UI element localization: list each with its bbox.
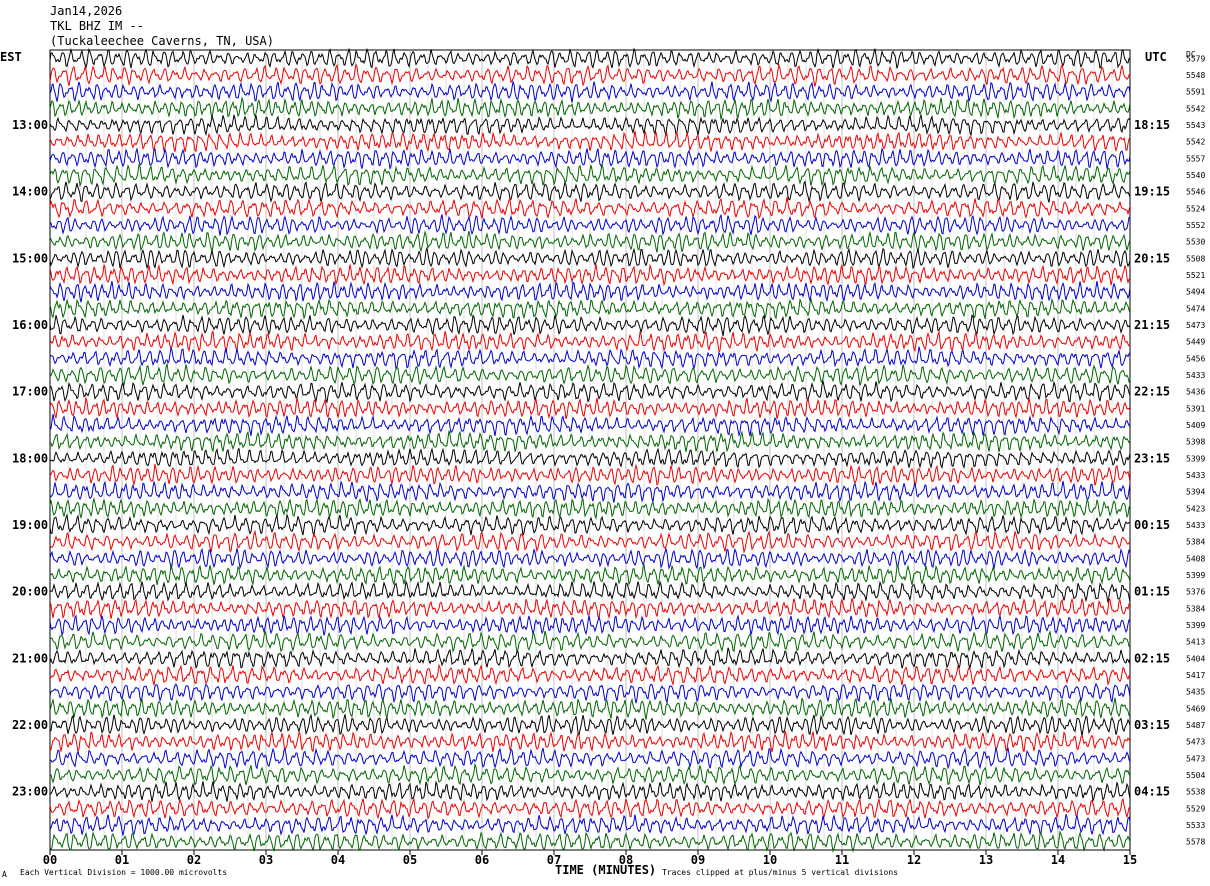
dc-offset-label: 5391 (1186, 404, 1205, 413)
dc-offset-label: 5557 (1186, 154, 1205, 163)
dc-offset-label: 5436 (1186, 388, 1205, 397)
dc-offset-label: 5504 (1186, 771, 1205, 780)
dc-offset-label: 5543 (1186, 121, 1205, 130)
dc-offset-label: 5548 (1186, 71, 1205, 80)
x-tick-label: 11 (835, 853, 849, 867)
dc-offset-label: 5417 (1186, 671, 1205, 680)
left-time-label: 20:00 (12, 585, 48, 599)
dc-offset-label: 5376 (1186, 588, 1205, 597)
dc-offset-label: 5538 (1186, 788, 1205, 797)
dc-offset-label: 5384 (1186, 604, 1205, 613)
x-tick-label: 13 (979, 853, 993, 867)
seismogram-plot: 5579 5548 5591 5542 5543 5542 5557 5540 5546 5524… (12, 47, 1205, 867)
dc-offset-label: 5433 (1186, 521, 1205, 530)
dc-offset-label: 5579 (1186, 54, 1205, 63)
dc-offset-label: 5394 (1186, 488, 1205, 497)
dc-offset-label: 5542 (1186, 138, 1205, 147)
dc-offset-label: 5384 (1186, 538, 1205, 547)
dc-offset-label: 5530 (1186, 238, 1205, 247)
x-tick-label: 05 (403, 853, 417, 867)
dc-offset-label: 5449 (1186, 338, 1205, 347)
dc-offset-label: 5473 (1186, 321, 1205, 330)
right-time-label: 18:15 (1134, 118, 1170, 132)
corner-mark: A (2, 870, 7, 879)
x-axis-title: TIME (MINUTES) (555, 863, 657, 877)
dc-offset-label: 5494 (1186, 288, 1205, 297)
x-tick-label: 02 (187, 853, 201, 867)
left-time-label: 22:00 (12, 718, 48, 732)
dc-offset-label: 5552 (1186, 221, 1205, 230)
right-time-label: 20:15 (1134, 251, 1170, 265)
left-time-label: 14:00 (12, 185, 48, 199)
dc-offset-label: 5399 (1186, 621, 1205, 630)
dc-offset-label: 5399 (1186, 454, 1205, 463)
dc-offset-label: 5529 (1186, 804, 1205, 813)
dc-offset-label: 5456 (1186, 354, 1205, 363)
left-time-label: 23:00 (12, 785, 48, 799)
dc-offset-label: 5469 (1186, 704, 1205, 713)
left-time-label: 19:00 (12, 518, 48, 532)
left-time-label: 16:00 (12, 318, 48, 332)
right-time-label: 21:15 (1134, 318, 1170, 332)
dc-offset-label: 5508 (1186, 254, 1205, 263)
dc-offset-label: 5540 (1186, 171, 1205, 180)
dc-offset-label: 5487 (1186, 721, 1205, 730)
dc-offset-label: 5413 (1186, 638, 1205, 647)
dc-offset-label: 5435 (1186, 688, 1205, 697)
right-time-label: 23:15 (1134, 451, 1170, 465)
dc-offset-label: 5404 (1186, 654, 1205, 663)
dc-offset-label: 5578 (1186, 838, 1205, 847)
right-time-label: 19:15 (1134, 185, 1170, 199)
x-tick-label: 12 (907, 853, 921, 867)
dc-offset-label: 5423 (1186, 504, 1205, 513)
x-tick-label: 04 (331, 853, 345, 867)
right-time-label: 00:15 (1134, 518, 1170, 532)
dc-offset-label: 5546 (1186, 188, 1205, 197)
x-tick-label: 06 (475, 853, 489, 867)
dc-offset-label: 5542 (1186, 104, 1205, 113)
dc-offset-label: 5408 (1186, 554, 1205, 563)
right-time-label: 22:15 (1134, 385, 1170, 399)
right-time-label: 01:15 (1134, 585, 1170, 599)
x-tick-label: 10 (763, 853, 777, 867)
left-time-label: 18:00 (12, 451, 48, 465)
x-tick-label: 01 (115, 853, 129, 867)
clip-note: Traces clipped at plus/minus 5 vertical … (662, 868, 899, 877)
dc-offset-label: 5473 (1186, 738, 1205, 747)
dc-offset-label: 5524 (1186, 204, 1205, 213)
dc-offset-label: 5433 (1186, 471, 1205, 480)
scale-note: Each Vertical Division = 1000.00 microvo… (20, 868, 228, 877)
dc-offset-label: 5591 (1186, 88, 1205, 97)
left-time-label: 15:00 (12, 251, 48, 265)
left-time-label: 21:00 (12, 651, 48, 665)
x-tick-label: 03 (259, 853, 273, 867)
x-tick-label: 14 (1051, 853, 1065, 867)
dc-offset-label: 5473 (1186, 754, 1205, 763)
left-time-label: 17:00 (12, 385, 48, 399)
dc-offset-label: 5398 (1186, 438, 1205, 447)
right-time-label: 04:15 (1134, 785, 1170, 799)
right-time-label: 02:15 (1134, 651, 1170, 665)
dc-offset-label: 5409 (1186, 421, 1205, 430)
dc-offset-label: 5433 (1186, 371, 1205, 380)
dc-offset-label: 5521 (1186, 271, 1205, 280)
right-time-label: 03:15 (1134, 718, 1170, 732)
dc-offset-label: 5533 (1186, 821, 1205, 830)
x-tick-label: 00 (43, 853, 57, 867)
dc-offset-label: 5474 (1186, 304, 1205, 313)
left-time-label: 13:00 (12, 118, 48, 132)
x-tick-label: 09 (691, 853, 705, 867)
x-tick-label: 15 (1123, 853, 1137, 867)
dc-offset-label: 5399 (1186, 571, 1205, 580)
